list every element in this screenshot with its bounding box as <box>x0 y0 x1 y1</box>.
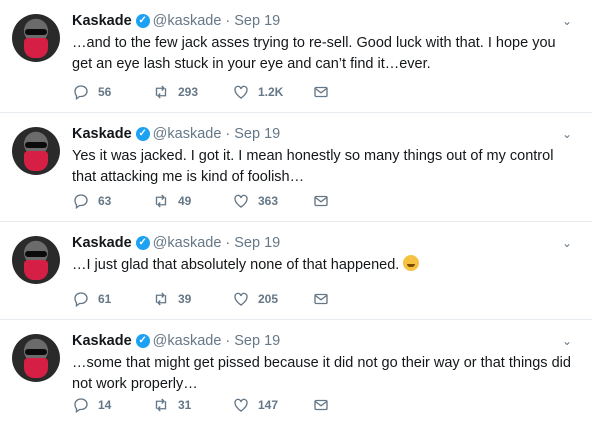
dm-button[interactable] <box>312 396 342 414</box>
avatar-bandana <box>24 38 48 58</box>
heart-icon <box>234 194 248 208</box>
reply-count: 56 <box>98 85 112 99</box>
tweet[interactable]: Kaskade ✓ @kaskade · Sep 19 ⌄ …some that… <box>0 320 592 426</box>
avatar-glasses <box>25 29 47 35</box>
verified-badge-icon: ✓ <box>135 334 150 348</box>
tweet-feed: Kaskade ✓ @kaskade · Sep 19 ⌄ …and to th… <box>0 0 592 426</box>
retweet-icon <box>155 194 167 208</box>
reply-icon <box>74 292 88 308</box>
avatar-glasses <box>25 142 47 148</box>
envelope-icon <box>314 293 328 305</box>
like-count: 205 <box>258 292 279 306</box>
tweet[interactable]: Kaskade ✓ @kaskade · Sep 19 ⌄ …and to th… <box>0 0 592 113</box>
reply-count: 14 <box>98 398 112 412</box>
retweet-count: 31 <box>178 398 192 412</box>
avatar-bandana <box>24 151 48 171</box>
avatar-glasses <box>25 251 47 257</box>
tweet-date[interactable]: Sep 19 <box>234 12 280 30</box>
verified-badge-icon: ✓ <box>135 236 150 250</box>
separator-dot: · <box>225 126 231 142</box>
like-button[interactable]: 205 <box>232 290 312 308</box>
chevron-down-icon[interactable]: ⌄ <box>558 236 576 250</box>
display-name[interactable]: Kaskade <box>72 12 132 30</box>
avatar[interactable] <box>12 334 60 382</box>
display-name[interactable]: Kaskade <box>72 234 132 252</box>
separator-dot: · <box>225 13 231 29</box>
heart-icon <box>234 292 248 306</box>
retweet-count: 49 <box>178 194 192 208</box>
dm-button[interactable] <box>312 290 342 308</box>
user-handle[interactable]: @kaskade <box>153 332 222 350</box>
envelope-icon <box>314 86 328 98</box>
tweet-header: Kaskade ✓ @kaskade · Sep 19 <box>72 234 576 252</box>
retweet-icon <box>155 292 167 306</box>
avatar[interactable] <box>12 236 60 284</box>
like-button[interactable]: 147 <box>232 396 312 414</box>
tweet-date[interactable]: Sep 19 <box>234 332 280 350</box>
like-button[interactable]: 363 <box>232 192 312 210</box>
retweet-button[interactable]: 39 <box>152 290 232 308</box>
dm-button[interactable] <box>312 83 342 101</box>
tweet-date[interactable]: Sep 19 <box>234 125 280 143</box>
reply-button[interactable]: 63 <box>72 192 152 210</box>
tweet-text: …and to the few jack asses trying to re-… <box>72 35 556 72</box>
envelope-icon <box>314 195 328 207</box>
heart-icon <box>234 398 248 412</box>
reply-icon <box>74 85 88 101</box>
verified-badge-icon: ✓ <box>135 14 150 28</box>
envelope-icon <box>314 399 328 411</box>
chevron-down-icon[interactable]: ⌄ <box>558 14 576 28</box>
tweet-header: Kaskade ✓ @kaskade · Sep 19 <box>72 125 576 143</box>
tweet-text: …I just glad that absolutely none of tha… <box>72 257 400 273</box>
separator-dot: · <box>225 235 231 251</box>
like-button[interactable]: 1.2K <box>232 83 312 101</box>
user-handle[interactable]: @kaskade <box>153 125 222 143</box>
retweet-icon <box>155 398 167 412</box>
reply-count: 61 <box>98 292 112 306</box>
grinning-sweat-emoji-icon <box>403 255 420 271</box>
avatar[interactable] <box>12 127 60 175</box>
tweet-date[interactable]: Sep 19 <box>234 234 280 252</box>
retweet-icon <box>155 85 167 99</box>
retweet-count: 293 <box>178 85 199 99</box>
display-name[interactable]: Kaskade <box>72 332 132 350</box>
verified-badge-icon: ✓ <box>135 127 150 141</box>
tweet-header: Kaskade ✓ @kaskade · Sep 19 <box>72 12 576 30</box>
tweet-actions: 56 293 1.2K <box>72 83 342 101</box>
tweet-text-container: …I just glad that absolutely none of tha… <box>72 255 572 276</box>
tweet-actions: 61 39 205 <box>72 290 342 308</box>
dm-button[interactable] <box>312 192 342 210</box>
reply-icon <box>74 398 88 414</box>
avatar-bandana <box>24 260 48 280</box>
display-name[interactable]: Kaskade <box>72 125 132 143</box>
tweet-actions: 63 49 363 <box>72 192 342 210</box>
retweet-button[interactable]: 31 <box>152 396 232 414</box>
tweet-header: Kaskade ✓ @kaskade · Sep 19 <box>72 332 576 350</box>
retweet-button[interactable]: 293 <box>152 83 232 101</box>
chevron-down-icon[interactable]: ⌄ <box>558 127 576 141</box>
reply-button[interactable]: 56 <box>72 83 152 101</box>
reply-button[interactable]: 14 <box>72 396 152 414</box>
like-count: 147 <box>258 398 279 412</box>
avatar[interactable] <box>12 14 60 62</box>
reply-icon <box>74 194 88 210</box>
tweet[interactable]: Kaskade ✓ @kaskade · Sep 19 ⌄ …I just gl… <box>0 222 592 320</box>
tweet[interactable]: Kaskade ✓ @kaskade · Sep 19 ⌄ Yes it was… <box>0 113 592 222</box>
user-handle[interactable]: @kaskade <box>153 234 222 252</box>
chevron-down-icon[interactable]: ⌄ <box>558 334 576 348</box>
user-handle[interactable]: @kaskade <box>153 12 222 30</box>
like-count: 1.2K <box>258 85 284 99</box>
retweet-count: 39 <box>178 292 192 306</box>
retweet-button[interactable]: 49 <box>152 192 232 210</box>
tweet-text: Yes it was jacked. I got it. I mean hone… <box>72 148 554 185</box>
like-count: 363 <box>258 194 279 208</box>
separator-dot: · <box>225 333 231 349</box>
tweet-text: …some that might get pissed because it d… <box>72 355 571 392</box>
reply-button[interactable]: 61 <box>72 290 152 308</box>
avatar-bandana <box>24 358 48 378</box>
heart-icon <box>234 85 248 99</box>
avatar-glasses <box>25 349 47 355</box>
reply-count: 63 <box>98 194 112 208</box>
tweet-actions: 14 31 147 <box>72 396 342 414</box>
